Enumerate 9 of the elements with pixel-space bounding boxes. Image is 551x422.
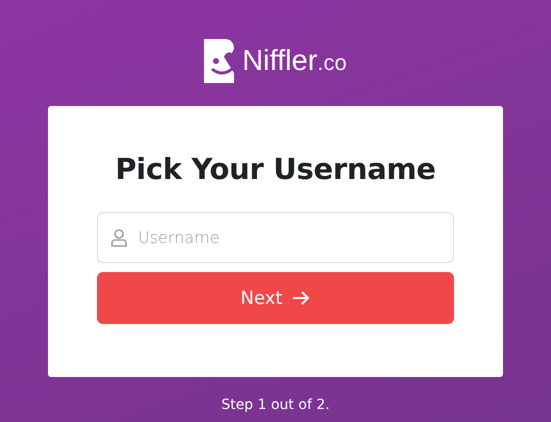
logo-icon xyxy=(204,39,236,83)
username-field[interactable]: Username xyxy=(97,212,454,263)
logo-name: Niffler xyxy=(242,44,318,76)
logo-suffix: .co xyxy=(317,50,347,74)
page-title: Pick Your Username xyxy=(115,152,436,186)
step-text: Step 1 out of 2. xyxy=(221,397,330,413)
arrow-right-icon xyxy=(292,290,310,306)
user-icon xyxy=(111,229,127,247)
next-button[interactable]: Next xyxy=(97,272,454,324)
